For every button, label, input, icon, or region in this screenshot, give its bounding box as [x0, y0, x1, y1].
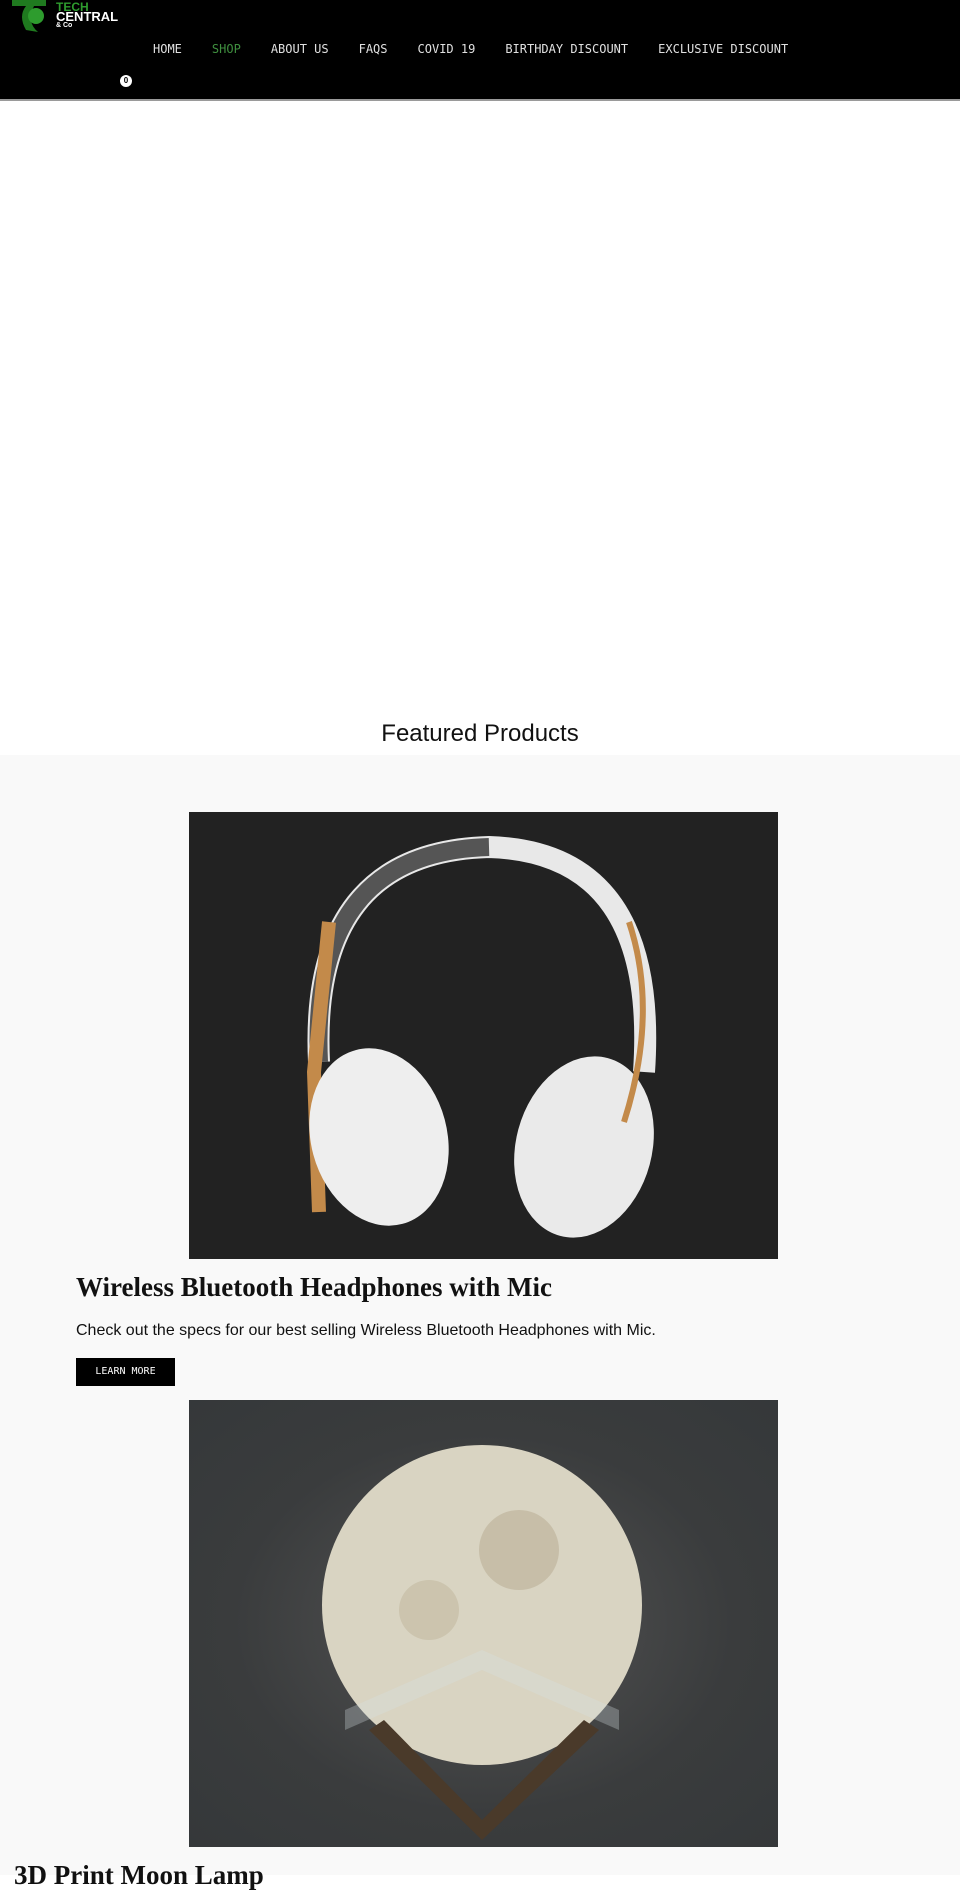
cart-count-badge[interactable]: 0	[120, 75, 132, 87]
logo[interactable]: TECH CENTRAL & Co	[8, 0, 128, 38]
product-description: Check out the specs for our best selling…	[76, 1322, 656, 1339]
headphones-image[interactable]	[189, 812, 778, 1259]
main-nav: HOME SHOP ABOUT US FAQS COVID 19 BIRTHDA…	[153, 42, 818, 56]
nav-shop[interactable]: SHOP	[212, 42, 241, 56]
logo-globe-icon	[12, 0, 46, 32]
nav-about-us[interactable]: ABOUT US	[271, 42, 329, 56]
nav-faqs[interactable]: FAQS	[359, 42, 388, 56]
site-header: TECH CENTRAL & Co HOME SHOP ABOUT US FAQ…	[0, 0, 960, 101]
logo-text-central: CENTRAL	[56, 9, 119, 24]
nav-birthday-discount[interactable]: BIRTHDAY DISCOUNT	[505, 42, 628, 56]
product-title[interactable]: 3D Print Moon Lamp	[14, 1860, 264, 1891]
moon-lamp-image[interactable]	[189, 1400, 778, 1847]
nav-covid-19[interactable]: COVID 19	[418, 42, 476, 56]
learn-more-button[interactable]: LEARN MORE	[76, 1358, 175, 1386]
nav-exclusive-discount[interactable]: EXCLUSIVE DISCOUNT	[658, 42, 788, 56]
section-title: Featured Products	[381, 720, 579, 747]
product-title[interactable]: Wireless Bluetooth Headphones with Mic	[76, 1272, 552, 1303]
nav-home[interactable]: HOME	[153, 42, 182, 56]
